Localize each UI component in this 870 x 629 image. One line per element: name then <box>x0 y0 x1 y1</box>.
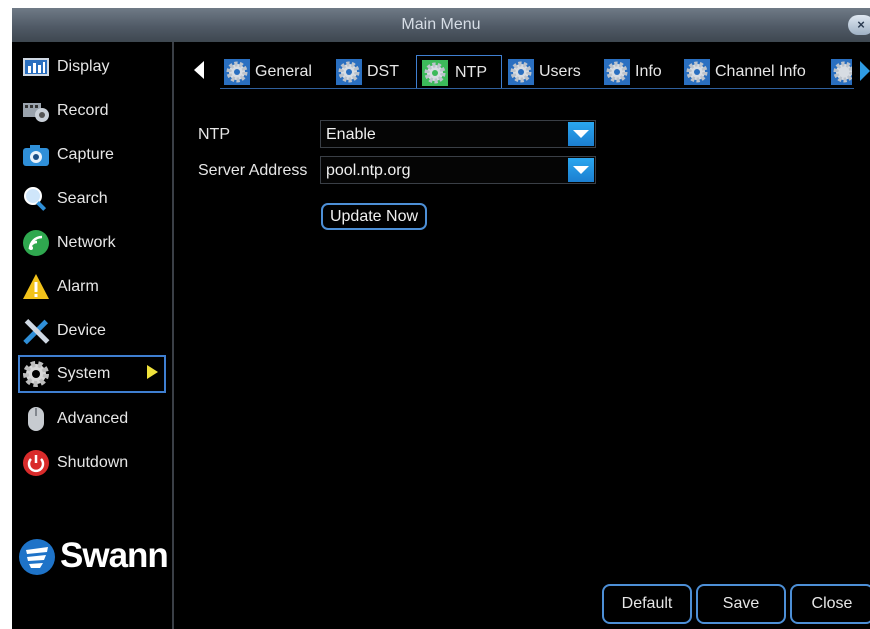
ntp-select-value: Enable <box>326 126 376 143</box>
gear-icon <box>336 59 362 85</box>
sidebar-item-label: Display <box>57 58 110 75</box>
tab-label: Channel Info <box>715 63 806 80</box>
sidebar-item-capture[interactable]: Capture <box>18 136 166 174</box>
gear-icon <box>684 59 710 85</box>
main-menu-window: Main Menu × Display Record Capture Searc… <box>12 8 870 629</box>
sidebar-item-label: Advanced <box>57 410 129 427</box>
tab-ntp[interactable]: NTP <box>416 55 502 89</box>
sidebar-item-shutdown[interactable]: Shutdown <box>18 444 166 482</box>
chevron-down-icon[interactable] <box>568 158 594 182</box>
save-button[interactable]: Save <box>696 584 786 624</box>
alarm-icon <box>23 274 49 299</box>
sidebar-item-label: Device <box>57 322 106 339</box>
sidebar: Display Record Capture Search Network Al… <box>12 42 172 629</box>
chevron-down-icon[interactable] <box>568 122 594 146</box>
display-icon <box>23 58 49 76</box>
tab-channel-info[interactable]: Channel Info <box>678 55 830 89</box>
sidebar-item-display[interactable]: Display <box>18 48 166 86</box>
gear-icon <box>508 59 534 85</box>
ntp-select[interactable]: Enable <box>320 120 596 148</box>
window-title: Main Menu <box>401 16 481 33</box>
tab-scroll-right-icon[interactable] <box>860 61 870 81</box>
swann-logo-icon <box>19 539 55 575</box>
server-address-value: pool.ntp.org <box>326 162 411 179</box>
submenu-arrow-icon <box>147 365 158 379</box>
sidebar-item-label: System <box>57 365 111 382</box>
tab-label: General <box>255 63 312 80</box>
mouse-icon <box>28 407 44 431</box>
swann-logo-text: Swann <box>60 536 169 575</box>
sidebar-item-search[interactable]: Search <box>18 180 166 218</box>
tab-bar: General DST NTP Users Info Channel Info <box>184 51 870 91</box>
sidebar-item-label: Search <box>57 190 108 207</box>
tab-users[interactable]: Users <box>502 55 598 89</box>
default-button[interactable]: Default <box>602 584 692 624</box>
sidebar-item-label: Network <box>57 234 116 251</box>
tab-partial[interactable] <box>830 55 852 89</box>
gear-icon <box>224 59 250 85</box>
gear-icon <box>604 59 630 85</box>
network-icon <box>23 230 49 256</box>
tab-info[interactable]: Info <box>598 55 678 89</box>
tab-underline <box>220 88 854 89</box>
window-close-button[interactable]: × <box>848 15 870 35</box>
sidebar-item-device[interactable]: Device <box>18 312 166 350</box>
sidebar-item-network[interactable]: Network <box>18 224 166 262</box>
sidebar-item-system[interactable]: System <box>18 355 166 393</box>
title-bar: Main Menu × <box>12 8 870 42</box>
tab-label: Info <box>635 63 662 80</box>
sidebar-item-advanced[interactable]: Advanced <box>18 400 166 438</box>
ntp-label: NTP <box>198 126 230 143</box>
close-button[interactable]: Close <box>790 584 870 624</box>
gear-icon <box>831 59 852 85</box>
sidebar-divider <box>172 42 174 629</box>
server-address-select[interactable]: pool.ntp.org <box>320 156 596 184</box>
sidebar-item-label: Capture <box>57 146 114 163</box>
tab-label: Users <box>539 63 581 80</box>
gear-icon <box>23 361 49 387</box>
search-icon <box>24 187 47 211</box>
tab-scroll-left-icon[interactable] <box>194 61 204 79</box>
tab-label: NTP <box>455 64 487 81</box>
record-icon <box>23 103 49 122</box>
sidebar-item-label: Record <box>57 102 109 119</box>
tab-dst[interactable]: DST <box>330 55 414 89</box>
gear-icon <box>422 60 448 86</box>
sidebar-item-label: Shutdown <box>57 454 129 471</box>
sidebar-item-alarm[interactable]: Alarm <box>18 268 166 306</box>
sidebar-item-record[interactable]: Record <box>18 92 166 130</box>
camera-icon <box>23 145 49 166</box>
sidebar-item-label: Alarm <box>57 278 99 295</box>
tab-label: DST <box>367 63 399 80</box>
tab-general[interactable]: General <box>218 55 330 89</box>
tools-icon <box>23 318 50 345</box>
update-now-button[interactable]: Update Now <box>321 203 427 230</box>
server-address-label: Server Address <box>198 162 308 179</box>
power-icon <box>23 450 49 476</box>
swann-logo: Swann <box>16 532 172 582</box>
